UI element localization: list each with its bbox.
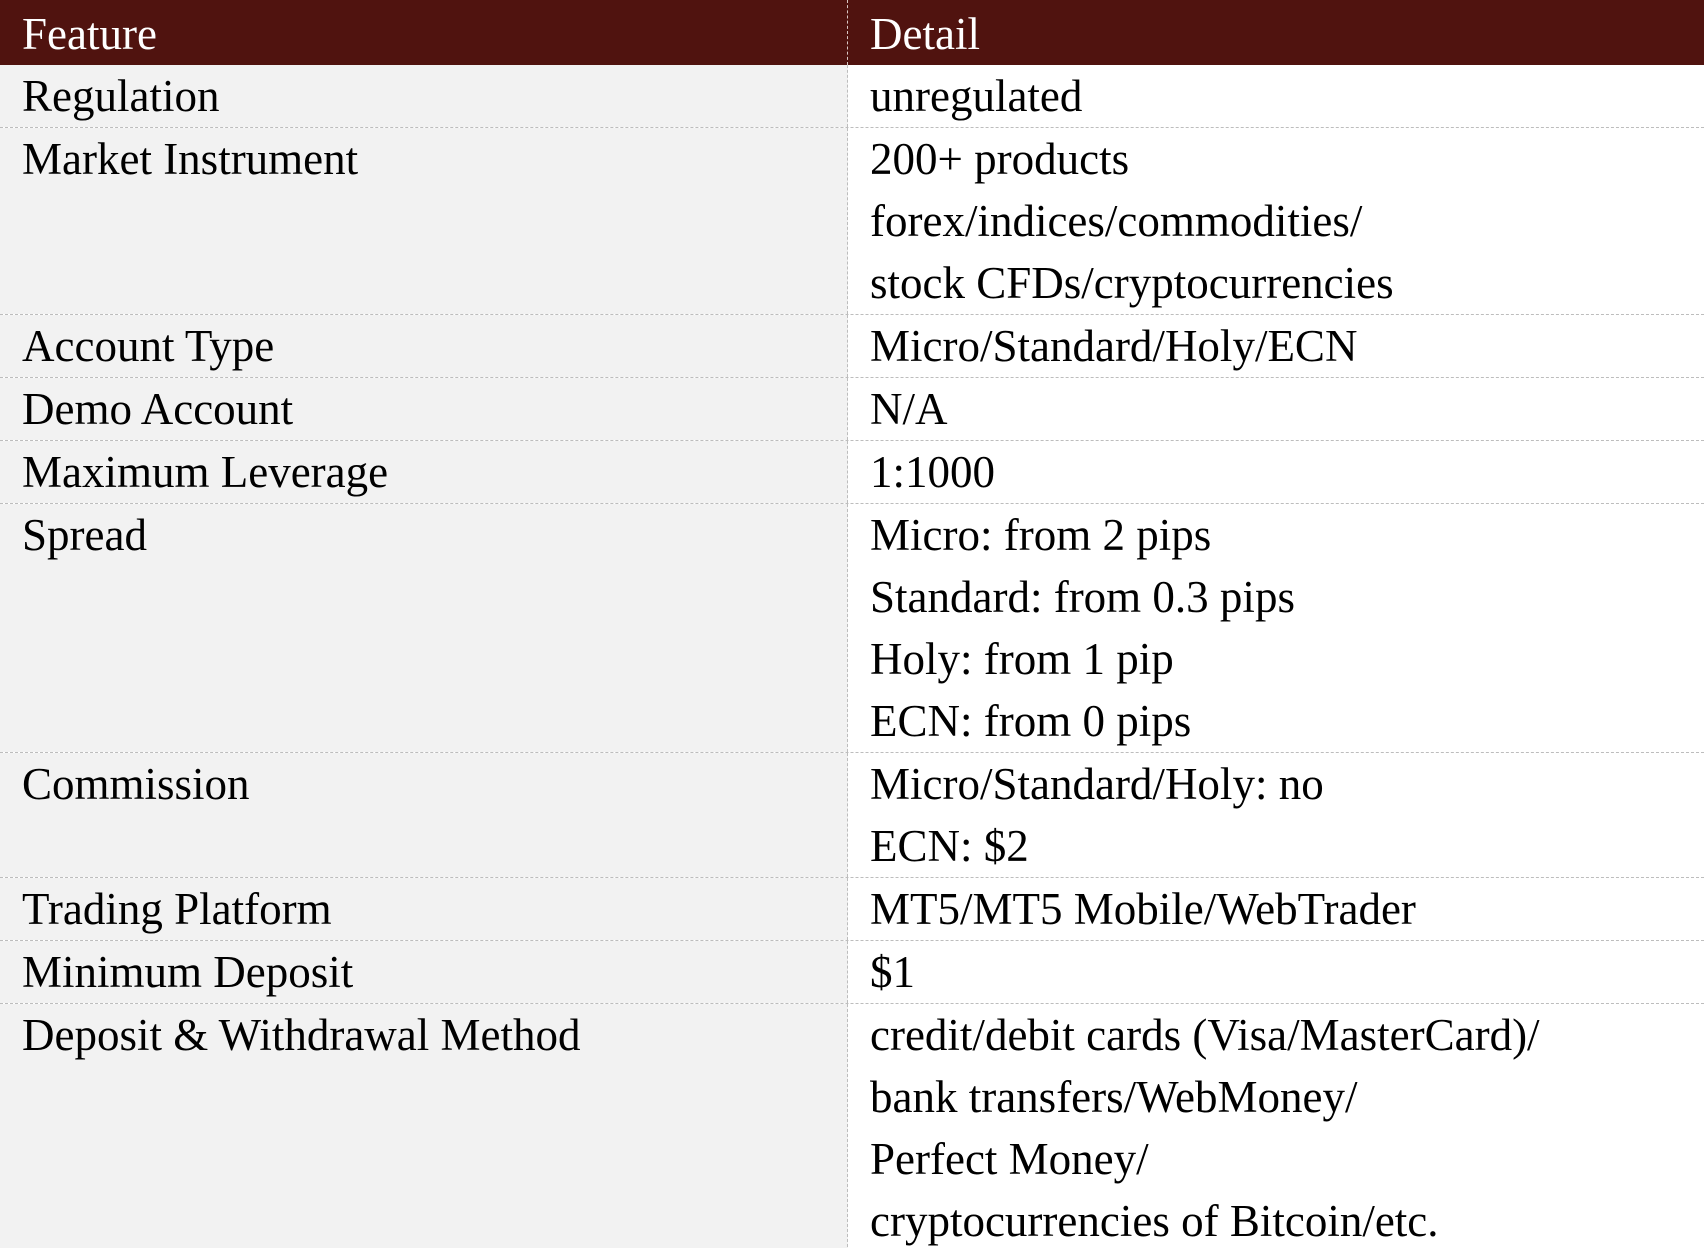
table-header-row: Feature Detail [0, 0, 1704, 65]
feature-cell: Maximum Leverage [0, 441, 848, 503]
feature-cell: Spread [0, 504, 848, 752]
table-row: Deposit & Withdrawal Method credit/debit… [0, 1004, 1704, 1248]
detail-line: 1:1000 [870, 447, 996, 497]
feature-cell: Demo Account [0, 378, 848, 440]
header-feature-cell: Feature [0, 0, 848, 65]
detail-line: Micro: from 2 pips [870, 510, 1212, 560]
detail-line: Micro/Standard/Holy: no [870, 759, 1324, 809]
detail-line: $1 [870, 947, 915, 997]
detail-cell: Micro: from 2 pips Standard: from 0.3 pi… [848, 504, 1704, 752]
table-row: Commission Micro/Standard/Holy: no ECN: … [0, 753, 1704, 878]
feature-cell: Commission [0, 753, 848, 877]
feature-cell: Market Instrument [0, 128, 848, 314]
detail-line: MT5/MT5 Mobile/WebTrader [870, 884, 1416, 934]
feature-cell: Account Type [0, 315, 848, 377]
detail-line: bank transfers/WebMoney/ [870, 1072, 1358, 1122]
table-row: Market Instrument 200+ products forex/in… [0, 128, 1704, 315]
header-detail-cell: Detail [870, 9, 980, 59]
feature-cell: Regulation [0, 65, 848, 127]
detail-line: N/A [870, 384, 948, 434]
detail-cell: $1 [848, 941, 1704, 1003]
detail-cell: MT5/MT5 Mobile/WebTrader [848, 878, 1704, 940]
detail-cell: 200+ products forex/indices/commodities/… [848, 128, 1704, 314]
detail-cell: Micro/Standard/Holy: no ECN: $2 [848, 753, 1704, 877]
detail-line: Micro/Standard/Holy/ECN [870, 321, 1358, 371]
detail-cell: unregulated [848, 65, 1704, 127]
detail-cell: 1:1000 [848, 441, 1704, 503]
detail-line: Standard: from 0.3 pips [870, 572, 1295, 622]
detail-line: credit/debit cards (Visa/MasterCard)/ [870, 1010, 1540, 1060]
detail-cell: credit/debit cards (Visa/MasterCard)/ ba… [848, 1004, 1704, 1248]
detail-cell: Micro/Standard/Holy/ECN [848, 315, 1704, 377]
detail-line: unregulated [870, 71, 1083, 121]
detail-line: ECN: from 0 pips [870, 696, 1192, 746]
table-row: Account Type Micro/Standard/Holy/ECN [0, 315, 1704, 378]
table-row: Regulation unregulated [0, 65, 1704, 128]
table-row: Minimum Deposit $1 [0, 941, 1704, 1004]
detail-line: forex/indices/commodities/ [870, 196, 1363, 246]
detail-cell: N/A [848, 378, 1704, 440]
feature-cell: Trading Platform [0, 878, 848, 940]
table-row: Spread Micro: from 2 pips Standard: from… [0, 504, 1704, 753]
table-row: Demo Account N/A [0, 378, 1704, 441]
table-row: Maximum Leverage 1:1000 [0, 441, 1704, 504]
detail-line: 200+ products [870, 134, 1130, 184]
detail-line: Holy: from 1 pip [870, 634, 1174, 684]
feature-cell: Minimum Deposit [0, 941, 848, 1003]
feature-detail-table: Feature Detail Regulation unregulated Ma… [0, 0, 1704, 1248]
feature-cell: Deposit & Withdrawal Method [0, 1004, 848, 1248]
table-row: Trading Platform MT5/MT5 Mobile/WebTrade… [0, 878, 1704, 941]
detail-line: stock CFDs/cryptocurrencies [870, 258, 1394, 308]
detail-line: ECN: $2 [870, 821, 1029, 871]
detail-line: Perfect Money/ [870, 1134, 1149, 1184]
detail-line: cryptocurrencies of Bitcoin/etc. [870, 1196, 1439, 1246]
